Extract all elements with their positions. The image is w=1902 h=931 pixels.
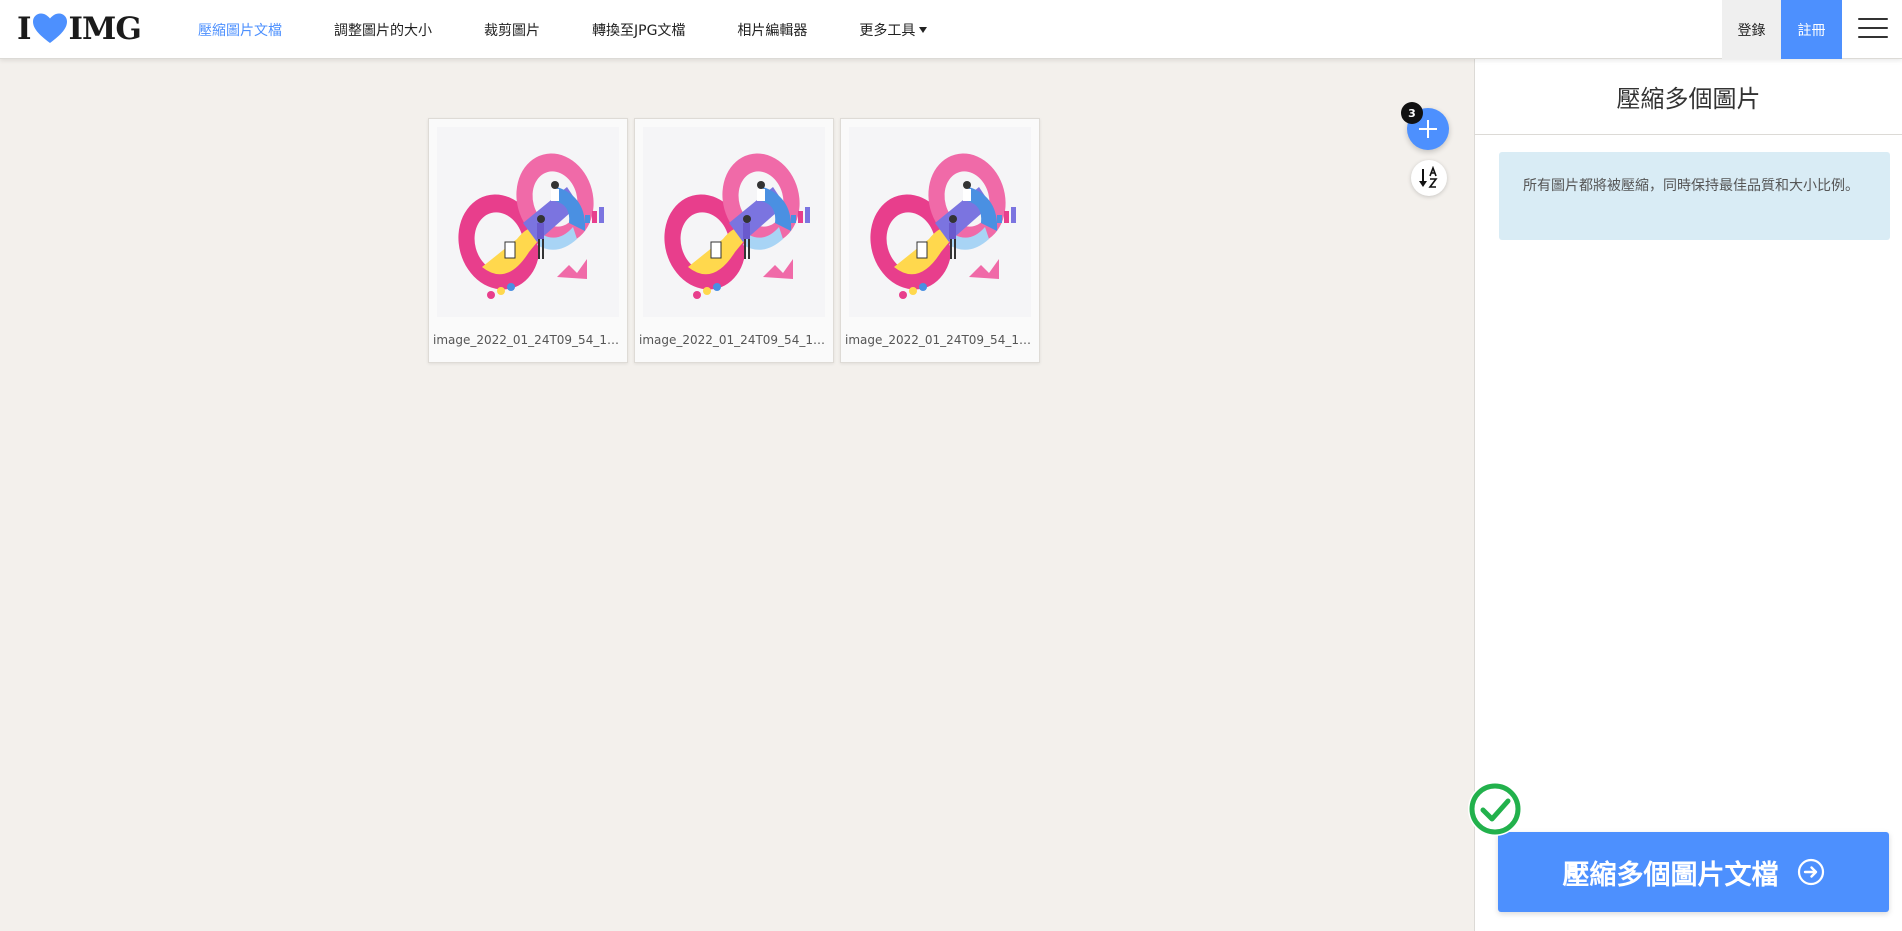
- nav-resize-image-label: 調整圖片的大小: [334, 22, 432, 39]
- infinity-illustration-icon: [664, 153, 810, 299]
- nav-compress-image-label: 壓縮圖片文檔: [198, 22, 282, 39]
- logo-letters-img: IMG: [68, 11, 142, 47]
- sidebar-title: 壓縮多個圖片: [1475, 59, 1902, 135]
- file-name: image_2022_01_24T09_54_19_...: [639, 333, 829, 347]
- hamburger-menu-icon[interactable]: [1858, 18, 1888, 40]
- nav-more-tools[interactable]: 更多工具: [859, 20, 928, 40]
- arrow-right-circle-icon: [1797, 858, 1824, 886]
- infinity-illustration-icon: [870, 153, 1016, 299]
- info-message: 所有圖片都將被壓縮，同時保持最佳品質和大小比例。: [1499, 152, 1890, 240]
- file-thumbnail: [643, 127, 825, 317]
- infinity-illustration-icon: [458, 153, 604, 299]
- file-count-badge: 3: [1401, 102, 1423, 124]
- file-card[interactable]: image_2022_01_24T09_54_19_...: [428, 118, 628, 363]
- ilovimg-logo[interactable]: I IMG: [17, 10, 142, 48]
- nav-more-tools-label: 更多工具: [859, 22, 916, 39]
- info-text: 所有圖片都將被壓縮，同時保持最佳品質和大小比例。: [1523, 178, 1859, 194]
- nav-crop-image[interactable]: 裁剪圖片: [484, 20, 540, 40]
- check-circle-icon: [1468, 782, 1522, 836]
- nav-convert-to-jpg-label: 轉換至JPG文檔: [592, 22, 686, 39]
- nav-convert-to-jpg[interactable]: 轉換至JPG文檔: [592, 20, 685, 40]
- menu-bar: [1858, 27, 1888, 29]
- menu-bar: [1858, 18, 1888, 20]
- logo-letter-i: I: [17, 11, 31, 47]
- compress-images-label: 壓縮多個圖片文檔: [1562, 859, 1779, 891]
- menu-bar: [1858, 36, 1888, 38]
- file-card[interactable]: image_2022_01_24T09_54_19_...: [634, 118, 834, 363]
- nav-photo-editor-label: 相片編輯器: [737, 22, 808, 39]
- file-thumbnail: [437, 127, 619, 317]
- login-button[interactable]: 登錄: [1722, 0, 1781, 59]
- file-name: image_2022_01_24T09_54_19_...: [845, 333, 1035, 347]
- heart-icon: [32, 13, 67, 43]
- main-nav: 壓縮圖片文檔 調整圖片的大小 裁剪圖片 轉換至JPG文檔 相片編輯器 更多工具: [172, 0, 953, 59]
- file-workspace: image_2022_01_24T09_54_19_... image_2022…: [0, 59, 1474, 931]
- nav-photo-editor[interactable]: 相片編輯器: [737, 20, 807, 40]
- file-thumbnail: [849, 127, 1031, 317]
- caret-down-icon: [919, 27, 928, 33]
- plus-icon: [1419, 120, 1437, 138]
- file-name: image_2022_01_24T09_54_19_...: [433, 333, 623, 347]
- top-header: I IMG 壓縮圖片文檔 調整圖片的大小 裁剪圖片 轉換至JPG文檔 相片編輯器…: [0, 0, 1902, 59]
- sort-az-button[interactable]: [1411, 160, 1447, 196]
- sort-alpha-icon: [1419, 166, 1438, 188]
- compress-images-button[interactable]: 壓縮多個圖片文檔: [1498, 832, 1889, 912]
- file-card[interactable]: image_2022_01_24T09_54_19_...: [840, 118, 1040, 363]
- options-sidebar: 壓縮多個圖片 所有圖片都將被壓縮，同時保持最佳品質和大小比例。: [1474, 59, 1902, 931]
- nav-compress-image[interactable]: 壓縮圖片文檔: [198, 20, 282, 40]
- nav-crop-image-label: 裁剪圖片: [484, 22, 540, 39]
- nav-resize-image[interactable]: 調整圖片的大小: [334, 20, 432, 40]
- signup-button[interactable]: 註冊: [1781, 0, 1842, 59]
